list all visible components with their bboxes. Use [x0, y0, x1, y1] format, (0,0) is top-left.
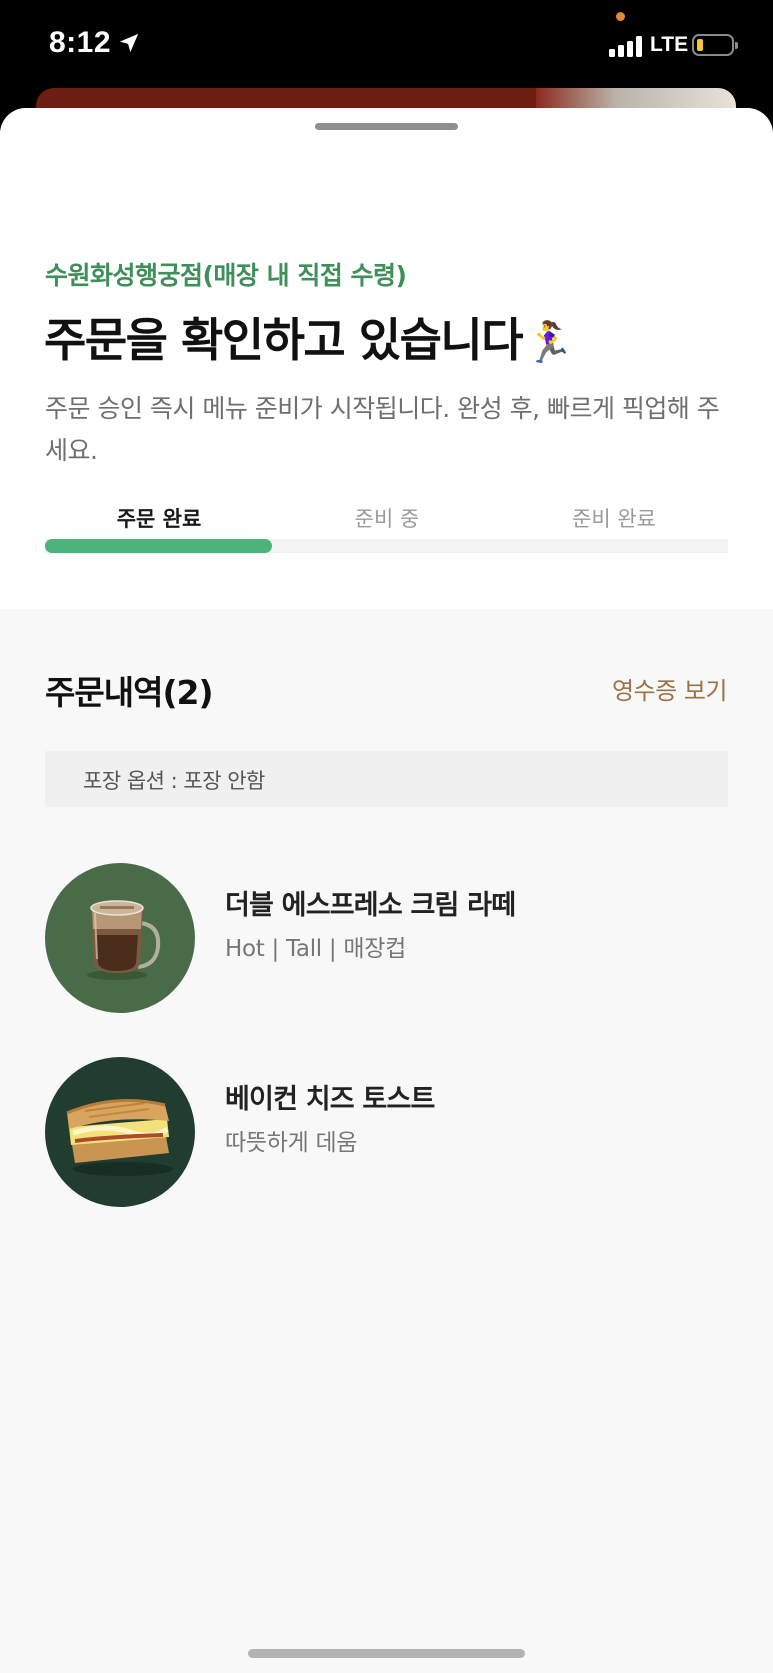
page-title: 주문을 확인하고 있습니다🏃‍♀️ — [44, 304, 574, 370]
packaging-option-box: 포장 옵션 : 포장 안함 — [45, 751, 728, 807]
item-options: 따뜻하게 데움 — [225, 1130, 358, 1156]
packaging-option-text: 포장 옵션 : 포장 안함 — [83, 769, 265, 793]
step-ready: 준비 완료 — [572, 507, 656, 531]
order-item: 더블 에스프레소 크림 라떼 Hot | Tall | 매장컵 — [45, 863, 728, 1013]
progress-fill — [45, 539, 273, 553]
sheet-grabber-handle[interactable] — [315, 123, 458, 130]
progress-steps: 주문 완료 준비 중 준비 완료 — [45, 503, 728, 563]
headline-text: 주문을 확인하고 있습니다 — [44, 313, 524, 367]
order-status-sheet: 수원화성행궁점(매장 내 직접 수령) 주문을 확인하고 있습니다🏃‍♀️ 주문… — [0, 108, 773, 1673]
order-item: 베이컨 치즈 토스트 따뜻하게 데움 — [45, 1057, 728, 1207]
item-options: Hot | Tall | 매장컵 — [225, 936, 406, 962]
order-details-title: 주문내역(2) — [45, 673, 214, 712]
status-description: 주문 승인 즉시 메뉴 준비가 시작됩니다. 완성 후, 빠르게 픽업해 주세요… — [45, 394, 720, 465]
item-name: 베이컨 치즈 토스트 — [225, 1084, 435, 1115]
progress-track — [45, 539, 728, 553]
bacon-cheese-toast-image — [45, 1057, 195, 1207]
privacy-indicator-dot — [616, 12, 625, 21]
battery-icon — [692, 34, 738, 56]
item-name: 더블 에스프레소 크림 라떼 — [225, 890, 516, 921]
view-receipt-link[interactable]: 영수증 보기 — [612, 671, 728, 706]
step-order-complete: 주문 완료 — [116, 507, 202, 531]
network-type: LTE — [650, 33, 689, 56]
order-status-header: 수원화성행궁점(매장 내 직접 수령) 주문을 확인하고 있습니다🏃‍♀️ 주문… — [0, 108, 773, 609]
running-woman-emoji-icon: 🏃‍♀️ — [524, 320, 574, 366]
location-arrow-icon — [119, 33, 139, 53]
battery-fill — [697, 39, 703, 51]
latte-mug-image — [45, 863, 195, 1013]
status-bar: 8:12 LTE — [0, 0, 773, 92]
status-time: 8:12 — [49, 26, 112, 59]
home-indicator[interactable] — [248, 1649, 525, 1658]
store-name: 수원화성행궁점(매장 내 직접 수령) — [45, 261, 407, 290]
step-preparing: 준비 중 — [354, 507, 420, 531]
cellular-signal-icon — [609, 35, 645, 57]
